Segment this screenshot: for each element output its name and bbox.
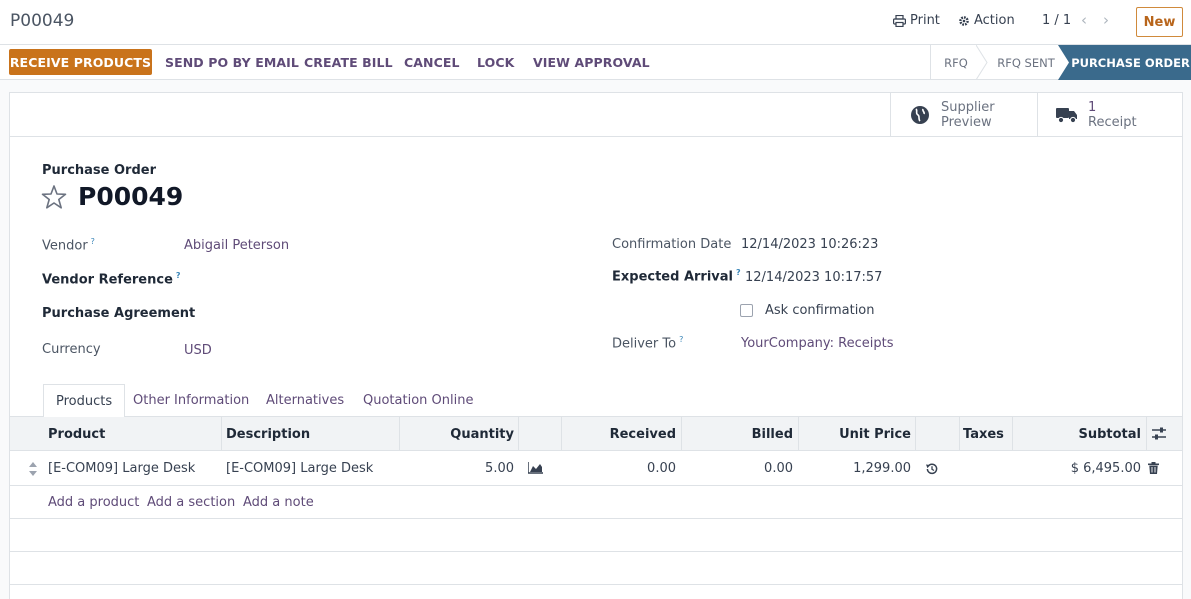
stage-pipeline: RFQ RFQ SENT PURCHASE ORDER xyxy=(930,45,1191,80)
action-button[interactable]: Action xyxy=(958,13,1015,28)
cell-product[interactable]: [E-COM09] Large Desk xyxy=(48,451,195,486)
column-divider xyxy=(959,417,960,451)
tab-other-information[interactable]: Other Information xyxy=(133,384,249,417)
column-quantity[interactable]: Quantity xyxy=(400,417,514,451)
deliver-to-label: Deliver To? xyxy=(612,335,684,352)
confirmation-date-label: Confirmation Date xyxy=(612,237,732,252)
column-product[interactable]: Product xyxy=(48,417,105,451)
column-divider xyxy=(1146,417,1147,451)
help-icon[interactable]: ? xyxy=(91,237,95,246)
vendor-field[interactable]: Abigail Peterson xyxy=(184,238,289,253)
add-product-link[interactable]: Add a product xyxy=(48,495,139,510)
record-name: P00049 xyxy=(78,182,184,211)
create-bill-button[interactable]: CREATE BILL xyxy=(304,49,393,75)
tab-products[interactable]: Products xyxy=(43,384,126,418)
record-type-label: Purchase Order xyxy=(42,163,157,178)
add-note-link[interactable]: Add a note xyxy=(243,495,314,510)
receipt-button[interactable]: 1 Receipt xyxy=(1037,93,1183,137)
forecast-chart-icon[interactable] xyxy=(528,462,543,474)
history-icon[interactable] xyxy=(926,463,938,475)
vendor-label: Vendor? xyxy=(42,237,95,254)
column-received[interactable]: Received xyxy=(562,417,676,451)
supplier-preview-line1: Supplier xyxy=(941,100,995,115)
purchase-agreement-field[interactable] xyxy=(184,306,584,324)
cell-billed[interactable]: 0.00 xyxy=(682,451,793,486)
notebook-tabs: Products Other Information Alternatives … xyxy=(10,384,1182,418)
receive-products-button[interactable]: RECEIVE PRODUCTS xyxy=(9,49,152,75)
expected-arrival-label: Expected Arrival? xyxy=(612,268,741,285)
tab-alternatives[interactable]: Alternatives xyxy=(266,384,344,417)
receipt-count: 1 xyxy=(1088,100,1097,115)
supplier-preview-button[interactable]: Supplier Preview xyxy=(890,93,1037,137)
pager-value[interactable]: 1 / 1 xyxy=(1042,13,1071,28)
empty-row xyxy=(10,519,1182,552)
drag-handle-icon[interactable] xyxy=(29,462,37,476)
print-button[interactable]: Print xyxy=(893,13,940,28)
add-line-row: Add a product Add a section Add a note xyxy=(10,486,1182,519)
receipt-label: Receipt xyxy=(1088,115,1137,130)
column-unit-price[interactable]: Unit Price xyxy=(799,417,911,451)
printer-icon xyxy=(893,14,906,27)
star-icon[interactable] xyxy=(41,184,67,210)
help-icon[interactable]: ? xyxy=(176,271,181,280)
ask-confirmation-label: Ask confirmation xyxy=(765,303,875,318)
column-subtotal[interactable]: Subtotal xyxy=(1013,417,1141,451)
purchase-agreement-label: Purchase Agreement xyxy=(42,306,196,321)
cancel-button[interactable]: CANCEL xyxy=(404,49,460,75)
cell-description[interactable]: [E-COM09] Large Desk xyxy=(226,451,373,486)
cell-unit-price[interactable]: 1,299.00 xyxy=(799,451,911,486)
stage-rfq[interactable]: RFQ xyxy=(930,45,982,80)
column-taxes[interactable]: Taxes xyxy=(963,417,1004,451)
cell-received[interactable]: 0.00 xyxy=(562,451,676,486)
order-lines-header: Product Description Quantity Received Bi… xyxy=(10,417,1182,451)
column-divider xyxy=(915,417,916,451)
column-billed[interactable]: Billed xyxy=(682,417,793,451)
truck-icon xyxy=(1056,104,1078,126)
control-panel: P00049 Print Action 1 / 1 ‹ › New xyxy=(0,0,1191,45)
print-label: Print xyxy=(910,13,940,28)
deliver-to-field[interactable]: YourCompany: Receipts xyxy=(741,336,894,351)
pager-previous-icon[interactable]: ‹ xyxy=(1081,11,1087,29)
trash-icon[interactable] xyxy=(1148,462,1159,474)
globe-icon xyxy=(909,104,931,126)
currency-field[interactable]: USD xyxy=(184,343,212,358)
lock-button[interactable]: LOCK xyxy=(477,49,514,75)
stage-chevron-icon xyxy=(1058,45,1070,80)
confirmation-date-field[interactable]: 12/14/2023 10:26:23 xyxy=(741,237,878,252)
help-icon[interactable]: ? xyxy=(679,335,683,344)
column-description[interactable]: Description xyxy=(226,417,310,451)
currency-label: Currency xyxy=(42,342,101,357)
cell-quantity[interactable]: 5.00 xyxy=(400,451,514,486)
gear-icon xyxy=(959,15,969,26)
optional-columns-icon[interactable] xyxy=(1152,427,1166,440)
vendor-reference-field[interactable] xyxy=(184,271,584,289)
send-po-by-email-button[interactable]: SEND PO BY EMAIL xyxy=(165,49,299,75)
add-section-link[interactable]: Add a section xyxy=(147,495,235,510)
new-button[interactable]: New xyxy=(1136,7,1183,37)
column-divider xyxy=(518,417,519,451)
action-label: Action xyxy=(974,13,1015,28)
expected-arrival-field[interactable]: 12/14/2023 10:17:57 xyxy=(745,270,882,285)
breadcrumb[interactable]: P00049 xyxy=(10,11,74,31)
smart-button-box: Supplier Preview 1 Receipt xyxy=(10,93,1182,137)
cell-subtotal: $ 6,495.00 xyxy=(1070,461,1141,476)
table-row[interactable]: [E-COM09] Large Desk [E-COM09] Large Des… xyxy=(10,451,1182,486)
empty-row xyxy=(10,552,1182,585)
column-divider xyxy=(221,417,222,451)
vendor-reference-label: Vendor Reference? xyxy=(42,271,181,288)
statusbar: RECEIVE PRODUCTS SEND PO BY EMAIL CREATE… xyxy=(0,45,1191,80)
stage-chevron-icon xyxy=(976,45,988,80)
tab-quotation-online[interactable]: Quotation Online xyxy=(363,384,473,417)
pager-next-icon[interactable]: › xyxy=(1103,11,1109,29)
form-sheet: Supplier Preview 1 Receipt Purchase Orde… xyxy=(9,92,1183,599)
stage-rfq-sent[interactable]: RFQ SENT xyxy=(988,45,1064,80)
view-approval-button[interactable]: VIEW APPROVAL xyxy=(533,49,650,75)
supplier-preview-line2: Preview xyxy=(941,115,992,130)
help-icon[interactable]: ? xyxy=(736,268,741,277)
stage-purchase-order[interactable]: PURCHASE ORDER xyxy=(1070,45,1191,80)
ask-confirmation-checkbox[interactable] xyxy=(740,304,753,317)
